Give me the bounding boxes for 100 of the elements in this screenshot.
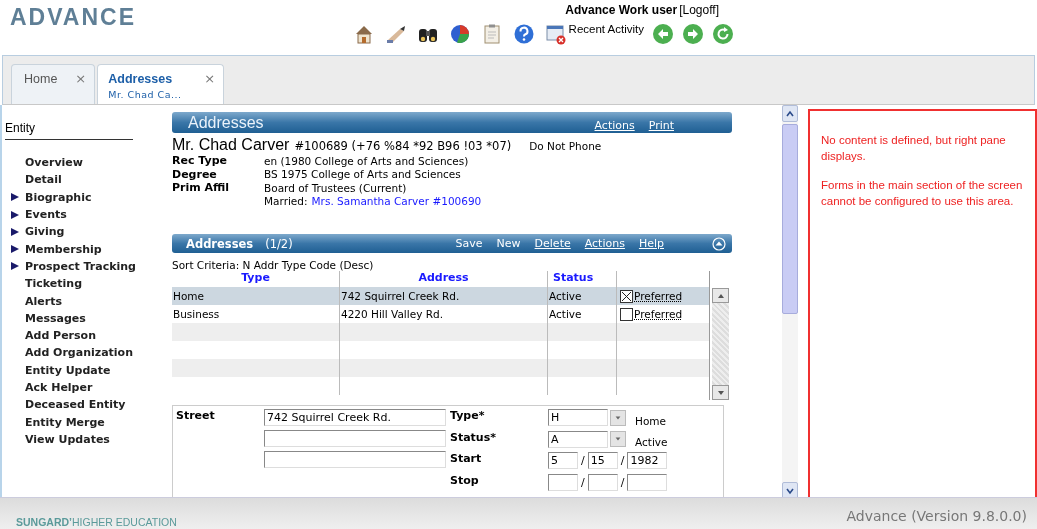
page-scrollbar[interactable] (782, 105, 798, 499)
sidebar-item[interactable]: Alerts (25, 294, 62, 308)
section-action-link[interactable]: Help (638, 237, 664, 250)
street-field[interactable]: 742 Squirrel Creek Rd. (264, 409, 446, 426)
column-header[interactable]: Type (172, 271, 339, 287)
record-count: (1/2) (265, 236, 293, 251)
panel-action-link[interactable]: Print (648, 118, 674, 132)
date-field[interactable] (587, 473, 618, 491)
tab[interactable]: Home × (11, 64, 96, 104)
tab[interactable]: Addresses × Mr. Chad Ca... (97, 64, 225, 104)
date-field[interactable]: 15 (587, 452, 618, 470)
preferred-checkbox[interactable] (620, 307, 633, 321)
tab-close-button[interactable]: × (204, 71, 216, 86)
tab-label: Home (24, 72, 58, 86)
preferred-checkbox[interactable] (620, 289, 633, 303)
sidebar-title: Entity (5, 121, 133, 140)
sort-criteria: Sort Criteria: N Addr Type Code (Desc) (172, 259, 375, 271)
window-close-icon[interactable] (544, 23, 567, 45)
sidebar-item[interactable]: Messages (25, 311, 86, 325)
right-pane-message: No content is defined, but right pane displays. (821, 133, 1007, 164)
sidebar-item[interactable]: Ticketing (25, 277, 82, 291)
sidebar-item[interactable]: Events (25, 208, 67, 222)
code-field[interactable]: H (548, 409, 608, 427)
up-chevron-icon (785, 108, 795, 119)
back-icon[interactable] (652, 23, 674, 45)
sidebar-item[interactable]: Entity Update (25, 363, 111, 377)
form-label: Start (450, 452, 483, 467)
scroll-thumb[interactable] (782, 124, 798, 314)
section-action-link[interactable]: Actions (584, 237, 625, 250)
table-cell: 4220 Hill Valley Rd. (341, 308, 443, 320)
tab-subtitle: Mr. Chad Ca... (108, 89, 183, 100)
scroll-up-button[interactable] (712, 288, 729, 303)
sidebar-item[interactable]: View Updates (25, 432, 110, 446)
scroll-up-button[interactable] (782, 105, 798, 122)
date-field[interactable]: 5 (548, 452, 578, 470)
expand-arrow-icon[interactable] (10, 209, 20, 220)
sidebar-item[interactable]: Membership (25, 242, 102, 256)
form-label: Street (176, 409, 216, 424)
logoff-link[interactable]: [Logoff] (679, 3, 719, 17)
street-field[interactable] (264, 451, 446, 468)
date-field[interactable] (627, 473, 668, 491)
panel-title: Addresses (188, 113, 264, 132)
field-label: Prim Affil (172, 181, 231, 195)
sidebar-item[interactable]: Entity Merge (25, 415, 105, 429)
code-field[interactable]: A (548, 430, 608, 448)
version-label: Advance (Version 9.8.0.0) (846, 507, 1027, 524)
tab-label: Addresses (108, 72, 173, 86)
expand-arrow-icon[interactable] (10, 226, 20, 237)
field-value: Board of Trustees (Current) (264, 181, 407, 194)
preferred-label: Preferred (634, 308, 683, 320)
date-separator: / (620, 454, 625, 468)
section-title: Addresses (186, 236, 254, 251)
tab-close-button[interactable]: × (75, 71, 87, 86)
form-label: Stop (450, 473, 480, 489)
sidebar-item[interactable]: Detail (25, 173, 62, 187)
person-id: #100689 (+76 %84 *92 B96 !03 *07) (294, 139, 512, 153)
dropdown-button[interactable] (610, 431, 626, 448)
scroll-down-button[interactable] (712, 385, 729, 400)
table-cell: Home (173, 290, 204, 302)
contact-flag-label: Do Not Phone (529, 140, 602, 152)
sidebar-item[interactable]: Add Person (25, 329, 96, 343)
spouse-link[interactable]: Mrs. Samantha Carver #100690 (311, 195, 482, 208)
expand-arrow-icon[interactable] (10, 244, 20, 255)
street-field[interactable] (264, 430, 446, 447)
field-value: en (1980 College of Arts and Sciences) (264, 154, 469, 167)
date-field[interactable] (548, 473, 578, 491)
sidebar-item[interactable]: Deceased Entity (25, 398, 126, 412)
section-action-link[interactable]: Save (455, 237, 483, 250)
collapse-icon[interactable] (712, 236, 726, 251)
sidebar-item[interactable]: Overview (25, 156, 83, 170)
date-separator: / (581, 475, 585, 489)
expand-arrow-icon[interactable] (10, 192, 20, 203)
field-label: Degree (172, 167, 218, 181)
expand-arrow-icon[interactable] (10, 261, 20, 272)
refresh-icon[interactable] (712, 23, 734, 45)
date-separator: / (581, 454, 585, 468)
sidebar-item[interactable]: Giving (25, 225, 65, 239)
sidebar-item[interactable]: Ack Helper (25, 381, 93, 394)
section-action-link[interactable]: New (496, 237, 521, 250)
pie-chart-icon[interactable] (448, 23, 471, 45)
code-description: Active (635, 436, 668, 449)
date-separator: / (620, 475, 625, 489)
table-scrollbar[interactable] (712, 288, 729, 400)
sidebar-item[interactable]: Prospect Tracking (25, 259, 136, 273)
right-pane-message: Forms in the main section of the screen cannot be configured to use this area. (821, 178, 1023, 209)
company-logo: SUNGARD’HIGHER EDUCATION (16, 515, 177, 528)
user-name: Advance Work user (565, 3, 678, 17)
dropdown-button[interactable] (610, 409, 626, 426)
sidebar-item[interactable]: Add Organization (25, 346, 133, 360)
help-icon[interactable] (512, 23, 535, 45)
field-label: Rec Type (172, 154, 228, 168)
field-value: BS 1975 College of Arts and Sciences (264, 168, 461, 181)
forward-icon[interactable] (682, 23, 704, 45)
panel-action-link[interactable]: Actions (594, 118, 635, 132)
code-description: Home (635, 414, 666, 427)
date-field[interactable]: 1982 (627, 452, 668, 470)
sidebar-item[interactable]: Biographic (25, 190, 92, 204)
section-action-link[interactable]: Delete (534, 237, 571, 250)
person-name: Mr. Chad Carver (172, 136, 290, 154)
table-cell: Active (549, 290, 582, 302)
